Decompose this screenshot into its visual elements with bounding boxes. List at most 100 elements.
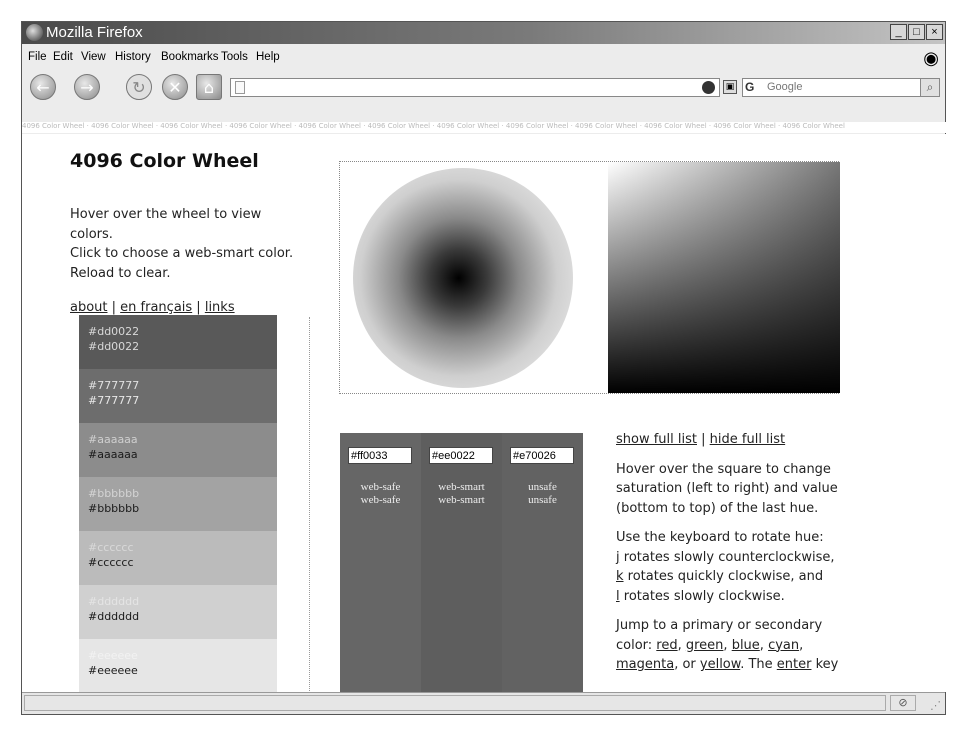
color-swatch[interactable]: #cccccc #cccccc [79,531,277,585]
color-swatch[interactable]: #aaaaaa #aaaaaa [79,423,277,477]
url-bar[interactable] [230,78,720,97]
hex-input-web-safe[interactable] [348,447,412,464]
stop-icon[interactable]: ✕ [162,74,188,100]
security-icon: ⊘ [890,695,916,711]
swatch-label-dark: #bbbbbb [88,502,140,515]
key-blue: blue [731,637,760,653]
page-tagline: 4096 Color Wheel · 4096 Color Wheel · 40… [22,122,947,133]
link-separator: | [192,300,205,315]
search-box[interactable]: G Google ⌕ [742,78,940,97]
page-title: 4096 Color Wheel [70,150,259,172]
picker-label: web-smart [438,494,485,506]
search-icon[interactable]: ⌕ [920,78,940,97]
color-wheel[interactable] [353,168,573,388]
title-bar: Mozilla Firefox _ □ × [22,22,945,44]
minimize-button[interactable]: _ [890,24,907,40]
key-l-desc: rotates slowly clockwise. [619,588,785,604]
sep: , [799,637,804,653]
color-picker-box [339,161,840,394]
menu-history[interactable]: History [115,51,151,63]
key-enter: enter [776,657,812,672]
maximize-button[interactable]: □ [908,24,925,40]
page-content: 4096 Color Wheel Hover over the wheel to… [22,134,947,692]
firefox-icon [26,24,43,41]
hex-input-web-smart[interactable] [429,447,493,464]
hide-full-list-link[interactable]: hide full list [710,432,786,447]
picker-column-web-safe: web-safe web-safe [340,433,421,692]
color-swatch[interactable]: #eeeeee #eeeeee [79,639,277,692]
link-separator: | [107,300,121,315]
home-icon[interactable]: ⌂ [196,74,222,100]
swatch-label-light: #aaaaaa [88,433,138,446]
menu-file[interactable]: File [28,51,47,63]
google-engine-icon[interactable]: G [745,80,754,94]
swatch-label-light: #cccccc [88,541,134,554]
color-swatch[interactable]: #777777 #777777 [79,369,277,423]
picker-label: web-smart [438,481,485,493]
show-full-list-link[interactable]: show full list [616,432,697,447]
menu-help[interactable]: Help [256,51,280,63]
nav-links: about | en français | links [70,300,235,315]
color-swatch[interactable]: #bbbbbb #bbbbbb [79,477,277,531]
forward-arrow-icon[interactable]: → [74,74,100,100]
links-link[interactable]: links [205,300,235,315]
intro-line-2: Click to choose a web-smart color. [70,246,294,261]
jump-key-word: key [811,657,839,672]
list-toggle-links: show full list | hide full list [616,430,856,450]
back-arrow-icon[interactable]: ← [30,74,56,100]
square-instructions: Hover over the square to change saturati… [616,461,838,516]
swatch-label-light: #dd0022 [88,325,140,338]
resize-grip-icon[interactable]: ⋰ [930,699,941,712]
throbber-icon: ◉ [923,48,939,68]
swatch-label-light: #777777 [88,379,140,392]
menu-tools[interactable]: Tools [221,51,248,63]
browser-window: Mozilla Firefox _ □ × File Edit View His… [21,21,947,715]
menu-edit[interactable]: Edit [53,51,73,63]
link-separator: | [697,432,710,447]
picker-label: web-safe [360,494,401,506]
close-button[interactable]: × [926,24,943,40]
key-k-desc: rotates quickly clockwise, and [623,569,824,584]
swatch-label-dark: #aaaaaa [88,448,138,461]
key-cyan: cyan [768,637,800,653]
key-j-desc: rotates slowly counterclockwise, [619,549,835,565]
picker-column-web-smart: web-smart web-smart [421,433,502,692]
about-link[interactable]: about [70,300,108,315]
instructions-panel: show full list | hide full list Hover ov… [616,430,856,685]
go-icon[interactable] [702,81,715,94]
picker-label: web-safe [360,481,401,493]
feed-icon[interactable]: ▣ [723,80,737,94]
selected-colors-panel: web-safe web-safe web-smart web-smart un… [340,433,583,692]
reload-icon[interactable]: ↻ [126,74,152,100]
picker-column-unsafe: unsafe unsafe [502,433,583,692]
menu-bookmarks[interactable]: Bookmarks [161,51,219,63]
color-swatch[interactable]: #dd0022 #dd0022 [79,315,277,369]
jump-tail: . The [740,657,777,672]
swatch-label-dark: #dd0022 [88,340,140,353]
sep: , [677,637,686,653]
intro-line-3: Reload to clear. [70,265,171,281]
search-placeholder: Google [767,81,803,93]
menu-view[interactable]: View [81,51,106,63]
swatch-label-light: #dddddd [88,595,140,608]
swatch-label-dark: #777777 [88,394,140,407]
swatch-label-light: #eeeeee [88,649,138,662]
sep: , or [674,657,700,672]
color-swatch[interactable]: #dddddd #dddddd [79,585,277,639]
keyboard-lead: Use the keyboard to rotate hue: [616,530,824,545]
column-divider [309,317,310,692]
key-green: green [685,637,724,653]
status-bar: ⊘ ⋰ [22,692,945,714]
keyboard-instructions: Use the keyboard to rotate hue: j rotate… [616,528,856,606]
saturation-value-square[interactable] [608,162,840,393]
key-red: red [656,637,678,653]
jump-instructions: Jump to a primary or secondary color: re… [616,616,856,675]
french-link[interactable]: en français [120,300,192,315]
hex-input-unsafe[interactable] [510,447,574,464]
intro-line-1: Hover over the wheel to view colors. [70,207,262,242]
status-text [24,695,886,711]
window-title: Mozilla Firefox [46,24,143,41]
picker-label: unsafe [528,494,557,506]
swatch-label-light: #bbbbbb [88,487,140,500]
key-yellow: yellow [699,657,741,672]
